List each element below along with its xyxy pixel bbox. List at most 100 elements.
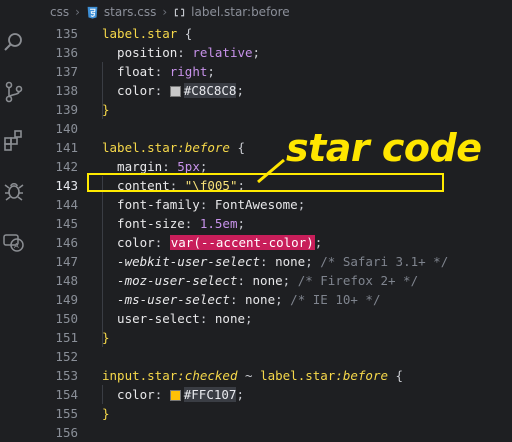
code-token: label.star [102,140,178,155]
line-number: 136 [55,45,78,60]
code-line[interactable]: font-family: FontAwesome; [102,195,305,214]
breadcrumb-file[interactable]: stars.css [86,5,156,19]
line-number: 152 [55,349,78,364]
code-line[interactable]: position: relative; [102,43,260,62]
code-token: } [102,406,110,421]
remote-icon[interactable]: A [2,230,26,254]
breadcrumb: css › stars.css › label.star:before [30,0,512,25]
breadcrumb-file-label: stars.css [103,5,157,19]
code-token: : [260,254,276,269]
code-line[interactable]: user-select: none; [102,309,253,328]
code-line[interactable]: color: #C8C8C8; [102,81,244,100]
code-line[interactable]: color: var(--accent-color); [102,233,322,252]
breadcrumb-symbol[interactable]: label.star:before [173,5,290,19]
code-token: 1.5em [199,216,238,231]
code-line[interactable]: input.star:checked ~ label.star:before { [102,366,403,385]
code-token: ; [297,197,306,212]
code-token: ; [252,45,261,60]
code-token: : [154,387,170,402]
code-token: ; [207,64,215,79]
code-token: :checked [177,368,238,383]
code-token: : [199,197,215,212]
code-token: none [245,292,276,307]
code-token: :before [335,368,389,383]
code-line[interactable]: font-size: 1.5em; [102,214,245,233]
code-token: : [237,273,253,288]
css-file-icon [87,6,98,19]
code-token: /* IE 10+ */ [290,292,381,307]
code-token: FontAwesome [214,197,298,212]
line-number-gutter: 135 136 137 138 139 140 141 142 143 144 145 146 147 1… [30,24,88,440]
code-line[interactable]: -ms-user-select: none; /* IE 10+ */ [102,290,380,309]
code-token: :before [177,140,230,155]
code-token: : [154,83,170,98]
code-token: right [169,64,208,79]
code-token: font-family [102,197,200,212]
code-token: relative [192,45,253,60]
source-control-icon[interactable] [2,80,26,104]
line-number: 143 [55,178,78,193]
code-token: -webkit-user-select [102,254,261,269]
line-number: 140 [55,121,78,136]
line-number: 148 [55,273,78,288]
code-line[interactable]: -webkit-user-select: none; /* Safari 3.1… [102,252,448,271]
code-token: #FFC107 [183,387,237,402]
code-token: { [388,368,404,383]
code-token: ; [282,273,298,288]
code-token: label.star [260,368,336,383]
code-token: 5px [177,159,200,174]
chevron-right-icon: › [75,5,80,19]
code-token: ; [245,311,253,326]
color-swatch-icon[interactable] [169,390,181,401]
code-token: label.star [102,26,178,41]
code-token: -moz-user-select [102,273,238,288]
symbol-icon [175,8,185,16]
code-line[interactable]: float: right; [102,62,215,81]
annotation-arrow [257,158,285,184]
svg-text:A: A [14,242,19,250]
code-token: #C8C8C8 [183,83,237,98]
extensions-icon[interactable] [2,128,26,152]
code-token: { [229,140,246,155]
breadcrumb-folder-label: css [50,5,70,19]
line-number: 144 [55,197,78,212]
code-token: none [275,254,306,269]
code-token: : [154,235,170,250]
breadcrumb-symbol-label: label.star:before [191,5,290,19]
debug-icon[interactable] [2,178,26,202]
code-token: float [102,64,155,79]
code-line[interactable]: label.star:before { [102,138,245,157]
line-number: 138 [55,83,78,98]
code-token: font-size [102,216,185,231]
line-number: 147 [55,254,78,269]
code-line[interactable]: } [102,404,110,423]
line-number: 145 [55,216,78,231]
annotation-label: star code [286,126,482,170]
code-token: color [102,387,155,402]
code-token: ; [199,159,208,174]
line-number: 146 [55,235,78,250]
breadcrumb-folder[interactable]: css [50,5,69,19]
code-line[interactable]: } [102,328,110,347]
line-number: 153 [55,368,78,383]
line-number: 149 [55,292,78,307]
code-token: -ms-user-select [102,292,230,307]
code-token: /* Firefox 2+ */ [297,273,419,288]
line-number: 137 [55,64,78,79]
line-number: 150 [55,311,78,326]
code-editor[interactable]: label.star { position: relative; float: … [88,24,512,432]
code-line[interactable]: -moz-user-select: none; /* Firefox 2+ */ [102,271,418,290]
code-line[interactable]: label.star { [102,24,192,43]
activity-bar: A [0,0,31,432]
code-token: ; [236,387,244,402]
code-token: : [199,311,215,326]
line-number: 151 [55,330,78,345]
code-line[interactable]: } [102,100,110,119]
code-token: } [102,102,110,117]
code-token: ~ [237,368,261,383]
code-token: color [102,83,155,98]
chevron-right-icon: › [162,5,168,19]
code-line[interactable]: color: #FFC107; [102,385,244,404]
color-swatch-icon[interactable] [169,86,181,97]
search-icon[interactable] [2,30,26,54]
